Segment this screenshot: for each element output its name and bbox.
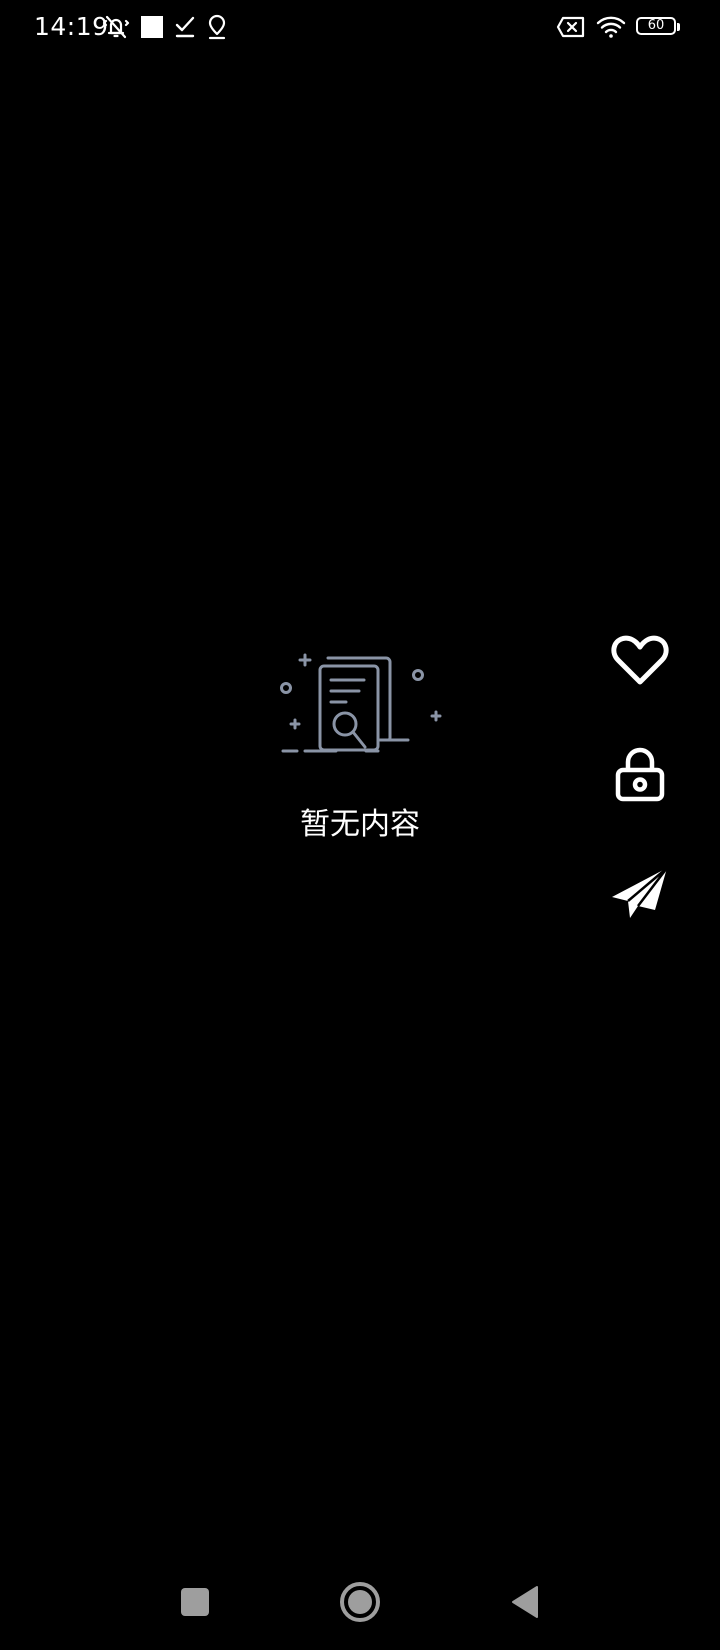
vibrate-mute-icon: [102, 13, 130, 41]
square-notification-icon: [140, 15, 164, 39]
paper-plane-icon: [612, 866, 669, 918]
status-time: 14:19: [34, 12, 109, 41]
recents-square-icon: [181, 1588, 209, 1616]
status-bar: 14:19 60: [0, 0, 720, 56]
status-left-icons: [102, 12, 228, 42]
no-sim-icon: [556, 15, 586, 39]
battery-icon: 60: [636, 16, 682, 38]
home-circle-icon: [340, 1582, 380, 1622]
share-button[interactable]: [604, 858, 676, 930]
like-button[interactable]: [604, 625, 676, 697]
document-search-icon: [276, 650, 446, 760]
battery-level: 60: [647, 18, 665, 33]
back-triangle-icon: [512, 1586, 538, 1618]
wifi-icon: [596, 15, 626, 39]
back-button[interactable]: [490, 1570, 560, 1634]
navigation-bar: [0, 1570, 720, 1650]
lock-button[interactable]: [604, 739, 676, 811]
home-button[interactable]: [325, 1570, 395, 1634]
status-right-icons: 60: [556, 12, 682, 42]
lock-icon: [615, 747, 665, 802]
recents-button[interactable]: [160, 1570, 230, 1634]
empty-state-message: 暂无内容: [300, 807, 420, 842]
location-pin-icon: [206, 14, 228, 40]
heart-icon: [611, 635, 669, 685]
check-icon: [174, 15, 196, 39]
